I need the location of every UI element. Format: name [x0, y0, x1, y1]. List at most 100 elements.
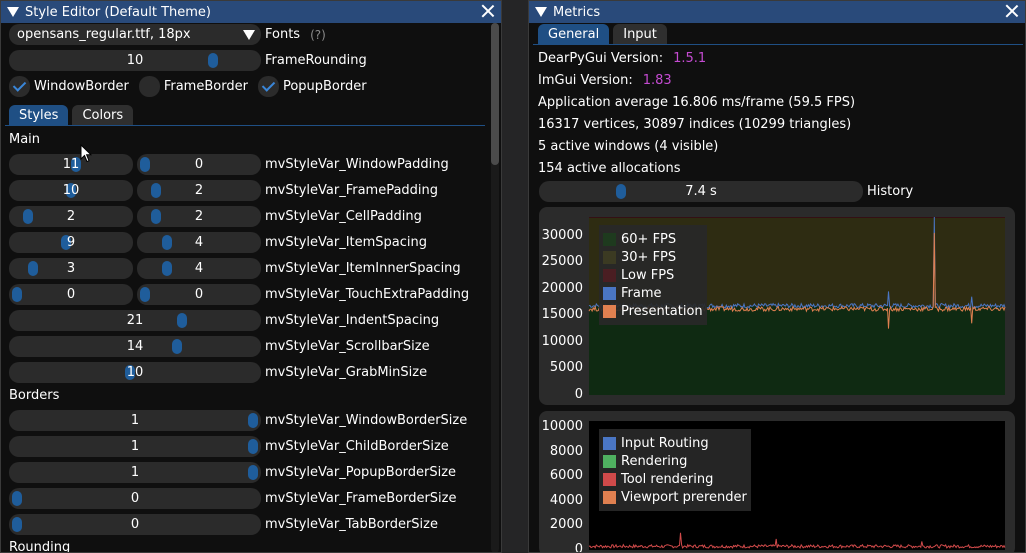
style-var-label: mvStyleVar_CellPadding — [265, 209, 422, 224]
legend-swatch — [603, 472, 616, 486]
tab-colors[interactable]: Colors — [72, 105, 134, 126]
style-var-slider-b[interactable]: 4 — [137, 232, 261, 253]
fonts-help[interactable]: (?) — [310, 28, 326, 42]
legend-item[interactable]: Input Routing — [603, 434, 747, 452]
font-combo[interactable]: opensans_regular.ttf, 18px — [9, 24, 261, 45]
style-editor-scrollbar[interactable] — [491, 23, 499, 552]
scrollbar-thumb[interactable] — [491, 23, 499, 165]
style-var-slider-b[interactable]: 0 — [137, 284, 261, 305]
y-tick-label: 2000 — [549, 517, 583, 533]
slider-grab[interactable] — [177, 313, 188, 328]
style-var-slider[interactable]: 1 — [9, 436, 261, 457]
chevron-down-icon[interactable] — [243, 30, 255, 40]
metrics-window: Metrics General Input DearPyGui Version:… — [528, 0, 1026, 553]
legend-item[interactable]: Presentation — [603, 302, 703, 320]
slider-grab[interactable] — [12, 491, 22, 506]
style-var-label: mvStyleVar_ItemInnerSpacing — [265, 261, 461, 276]
y-tick-label: 6000 — [549, 468, 583, 484]
frame-time-plot[interactable]: 30000 25000 20000 15000 10000 5000 0 60+ FPS 30+… — [539, 207, 1015, 405]
style-var-slider-a[interactable]: 11 — [9, 154, 133, 175]
collapse-arrow-icon[interactable] — [7, 7, 19, 17]
plot-legend[interactable]: Input Routing Rendering Tool rendering View… — [599, 429, 751, 511]
popup-border-label: PopupBorder — [282, 79, 367, 94]
style-var-slider-a[interactable]: 10 — [9, 180, 133, 201]
legend-item[interactable]: Frame — [603, 284, 703, 302]
slider-grab[interactable] — [248, 413, 258, 428]
style-var-slider[interactable]: 0 — [9, 514, 261, 535]
slider-value: 0 — [130, 491, 140, 506]
history-value: 7.4 s — [685, 184, 717, 199]
slider-value: 4 — [194, 235, 204, 250]
style-var-slider-b[interactable]: 2 — [137, 180, 261, 201]
style-var-slider-a[interactable]: 3 — [9, 258, 133, 279]
slider-value: 0 — [66, 287, 76, 302]
metrics-titlebar[interactable]: Metrics — [529, 1, 1025, 23]
legend-label: Presentation — [621, 303, 703, 319]
style-var-slider-a[interactable]: 9 — [9, 232, 133, 253]
allocations-text: 154 active allocations — [538, 161, 681, 176]
style-var-slider[interactable]: 1 — [9, 410, 261, 431]
section-main: Main — [9, 132, 41, 147]
slider-grab[interactable] — [172, 339, 183, 354]
slider-grab[interactable] — [248, 465, 258, 480]
tab-input[interactable]: Input — [613, 24, 667, 45]
legend-item[interactable]: Tool rendering — [603, 470, 747, 488]
border-checkboxes: WindowBorder FrameBorder PopupBorder — [9, 76, 367, 97]
tab-styles[interactable]: Styles — [9, 105, 69, 126]
style-var-slider[interactable]: 21 — [9, 310, 261, 331]
slider-grab[interactable] — [22, 209, 33, 224]
slider-grab[interactable] — [12, 517, 22, 532]
window-border-checkbox[interactable] — [9, 76, 30, 97]
style-var-slider-b[interactable]: 2 — [137, 206, 261, 227]
style-var-slider-b[interactable]: 0 — [137, 154, 261, 175]
style-var-row: 1 mvStyleVar_ChildBorderSize — [9, 436, 449, 457]
slider-grab[interactable] — [248, 439, 258, 454]
style-editor-titlebar[interactable]: Style Editor (Default Theme) — [1, 1, 501, 23]
legend-item[interactable]: Viewport prerender — [603, 488, 747, 506]
slider-grab[interactable] — [207, 53, 218, 68]
slider-grab[interactable] — [28, 261, 39, 276]
legend-item[interactable]: 30+ FPS — [603, 248, 703, 266]
tab-general[interactable]: General — [538, 24, 610, 45]
style-var-slider[interactable]: 0 — [9, 488, 261, 509]
style-var-slider-a[interactable]: 0 — [9, 284, 133, 305]
close-icon[interactable] — [481, 4, 495, 18]
frame-rounding-slider[interactable]: 10 — [9, 50, 261, 71]
slider-grab[interactable] — [150, 209, 161, 224]
legend-label: Viewport prerender — [621, 489, 747, 505]
style-var-slider[interactable]: 10 — [9, 362, 261, 383]
close-icon[interactable] — [1005, 4, 1019, 18]
style-var-label: mvStyleVar_WindowBorderSize — [265, 413, 468, 428]
slider-value: 9 — [66, 235, 76, 250]
slider-grab[interactable] — [140, 287, 150, 302]
legend-item[interactable]: 60+ FPS — [603, 230, 703, 248]
style-var-label: mvStyleVar_ScrollbarSize — [265, 339, 430, 354]
style-var-row: 21 mvStyleVar_IndentSpacing — [9, 310, 439, 331]
plot-legend[interactable]: 60+ FPS 30+ FPS Low FPS Frame Presentation — [599, 225, 707, 325]
legend-item[interactable]: Low FPS — [603, 266, 703, 284]
style-var-slider-a[interactable]: 2 — [9, 206, 133, 227]
slider-value: 1 — [130, 439, 140, 454]
slider-grab[interactable] — [615, 184, 626, 199]
slider-grab[interactable] — [150, 183, 161, 198]
style-var-label: mvStyleVar_ItemSpacing — [265, 235, 428, 250]
legend-item[interactable]: Rendering — [603, 452, 747, 470]
legend-swatch — [603, 286, 616, 300]
style-var-slider-b[interactable]: 4 — [137, 258, 261, 279]
imgui-version-label: ImGui Version: — [538, 73, 633, 88]
collapse-arrow-icon[interactable] — [535, 7, 547, 17]
slider-grab[interactable] — [161, 235, 172, 250]
popup-border-checkbox[interactable] — [257, 76, 279, 97]
slider-value: 2 — [194, 183, 204, 198]
style-var-slider[interactable]: 1 — [9, 462, 261, 483]
slider-grab[interactable] — [12, 287, 22, 302]
app-average-text: Application average 16.806 ms/frame (59.… — [538, 95, 856, 110]
imgui-version-value: 1.83 — [642, 73, 672, 88]
style-var-slider[interactable]: 14 — [9, 336, 261, 357]
subsystem-time-plot[interactable]: 10000 8000 6000 4000 2000 0 Input Routing Rende… — [539, 411, 1015, 552]
history-slider[interactable]: 7.4 s — [539, 181, 863, 202]
section-rounding: Rounding — [9, 540, 71, 553]
frame-border-checkbox[interactable] — [138, 76, 160, 97]
slider-grab[interactable] — [161, 261, 172, 276]
slider-grab[interactable] — [140, 157, 150, 172]
